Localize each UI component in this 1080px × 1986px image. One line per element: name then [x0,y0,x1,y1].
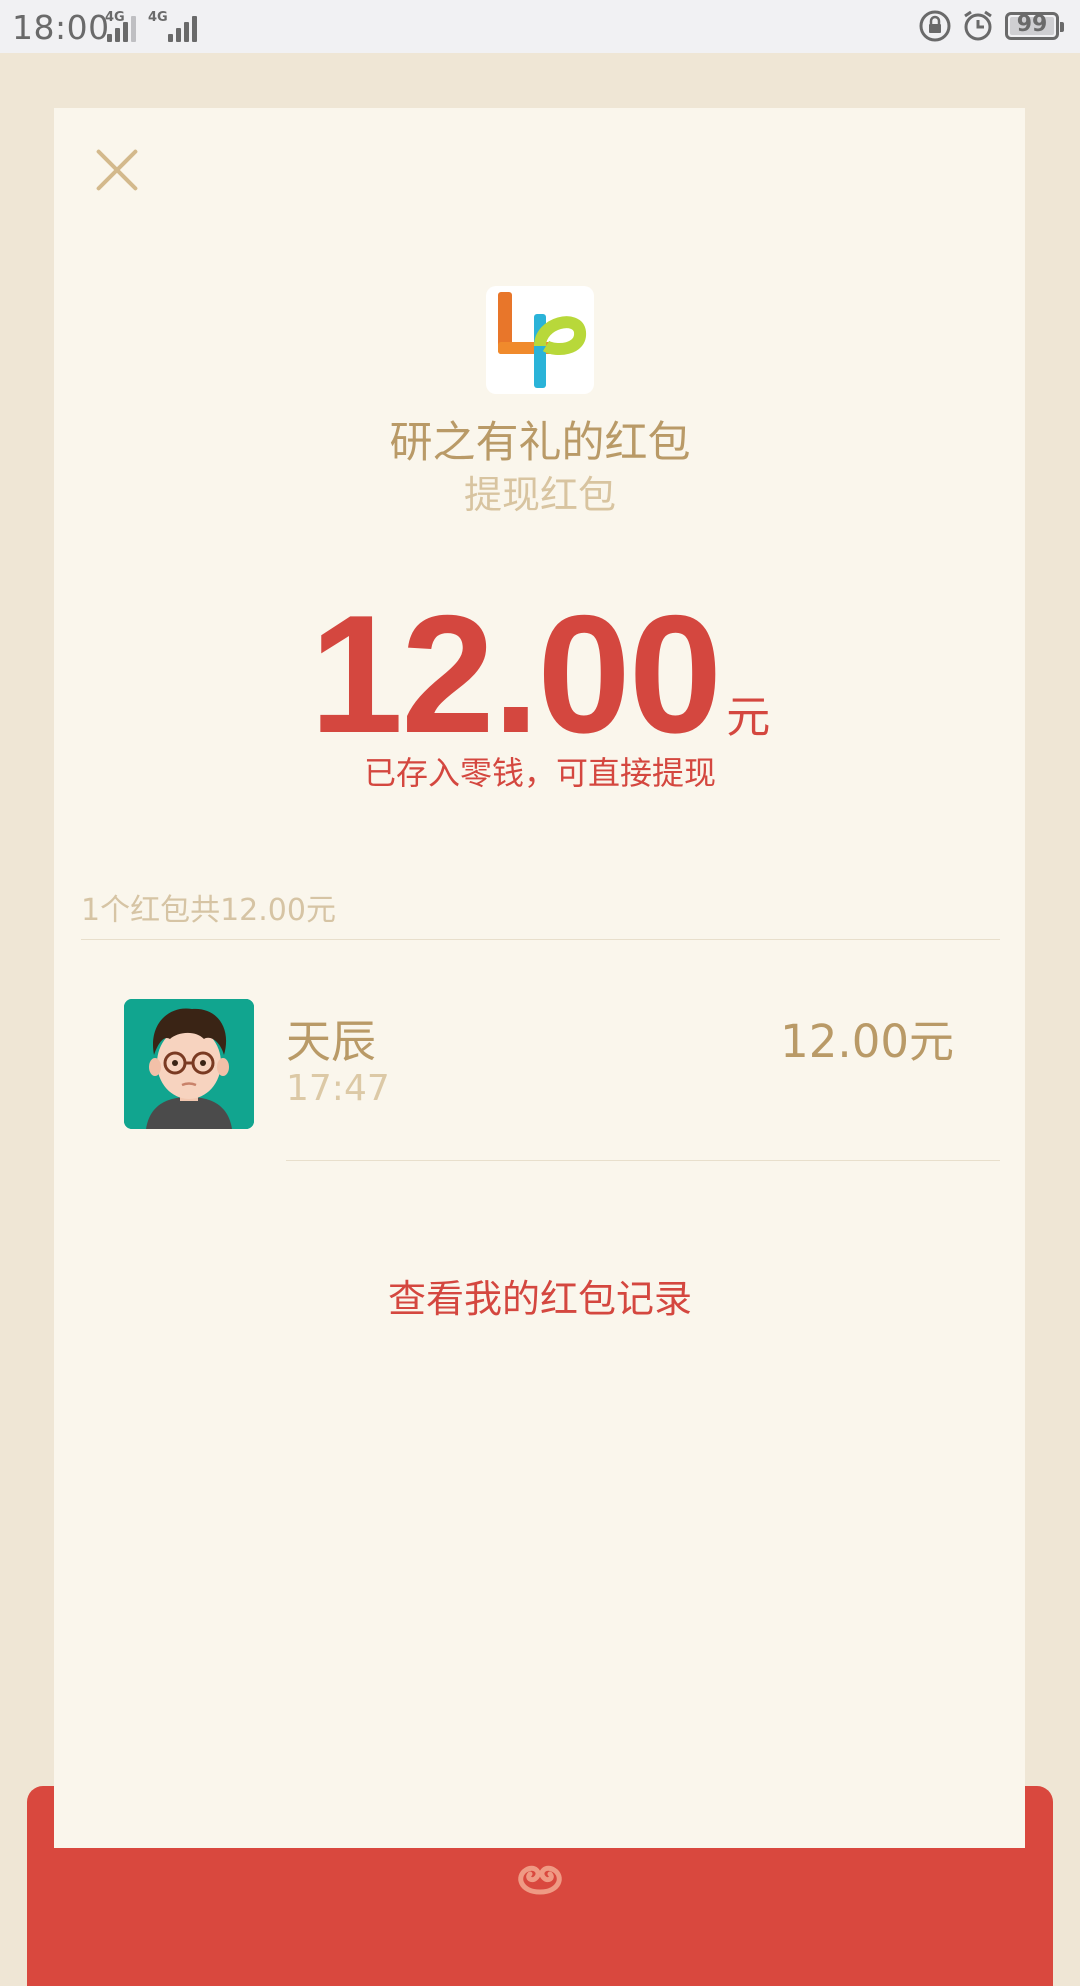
recipient-name: 天辰 [286,1015,377,1068]
alarm-icon [964,10,992,41]
amount-value: 12.00 [309,580,722,768]
close-icon[interactable] [94,148,138,192]
app-logo-icon [486,286,594,394]
amount-display: 12.00 元 [0,578,1080,771]
view-records-link[interactable]: 查看我的红包记录 [0,1268,1080,1323]
divider [81,939,1000,940]
lock-rotation-icon [919,10,951,42]
packet-type: 提现红包 [463,473,616,517]
envelope-emblem-icon [518,1865,562,1895]
deposit-notice: 已存入零钱，可直接提现 [363,754,716,792]
divider [286,1160,1000,1161]
status-bar: 18:00 4G 4G 99 [0,0,1080,53]
avatar[interactable] [124,999,254,1129]
recipient-time: 17:47 [286,1068,390,1109]
status-time: 18:00 [12,8,110,47]
recipient-amount: 12.00元 [780,1015,954,1068]
card-torn-edge [54,1816,1025,1838]
signal-icon [107,14,143,42]
signal-icon [168,14,204,42]
battery-level: 99 [1016,12,1048,37]
sender-title: 研之有礼的红包 [389,418,691,468]
network-label-2: 4G [148,10,168,25]
battery-icon: 99 [1005,12,1064,40]
packet-summary: 1个红包共12.00元 [81,893,336,928]
amount-unit: 元 [726,692,771,743]
